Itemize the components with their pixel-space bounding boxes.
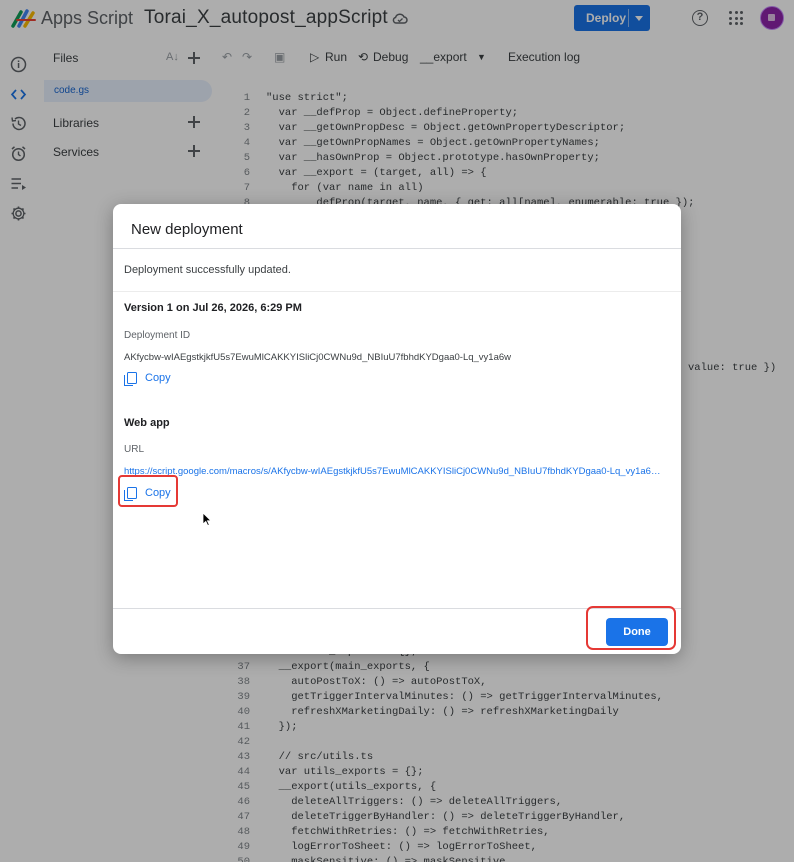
web-app-url-link[interactable]: https://script.google.com/macros/s/AKfyc… — [124, 466, 666, 477]
highlight-box — [118, 475, 178, 507]
version-info: Version 1 on Jul 26, 2026, 6:29 PM — [124, 302, 302, 314]
deployment-id-value: AKfycbw-wIAEgstkjkfU5s7EwuMlCAKKYISliCj0… — [124, 352, 512, 363]
divider — [113, 291, 681, 292]
dialog-title: New deployment — [131, 221, 243, 238]
divider — [113, 248, 681, 249]
web-app-header: Web app — [124, 417, 170, 429]
highlight-box — [586, 606, 676, 650]
deployment-status: Deployment successfully updated. — [124, 264, 291, 276]
deployment-id-label: Deployment ID — [124, 330, 191, 341]
copy-label: Copy — [145, 372, 171, 384]
mouse-cursor-icon — [202, 512, 212, 526]
url-label: URL — [124, 444, 145, 455]
copy-icon — [124, 371, 137, 386]
new-deployment-dialog: New deployment Deployment successfully u… — [113, 204, 681, 654]
copy-deployment-id-button[interactable]: Copy — [124, 368, 171, 388]
